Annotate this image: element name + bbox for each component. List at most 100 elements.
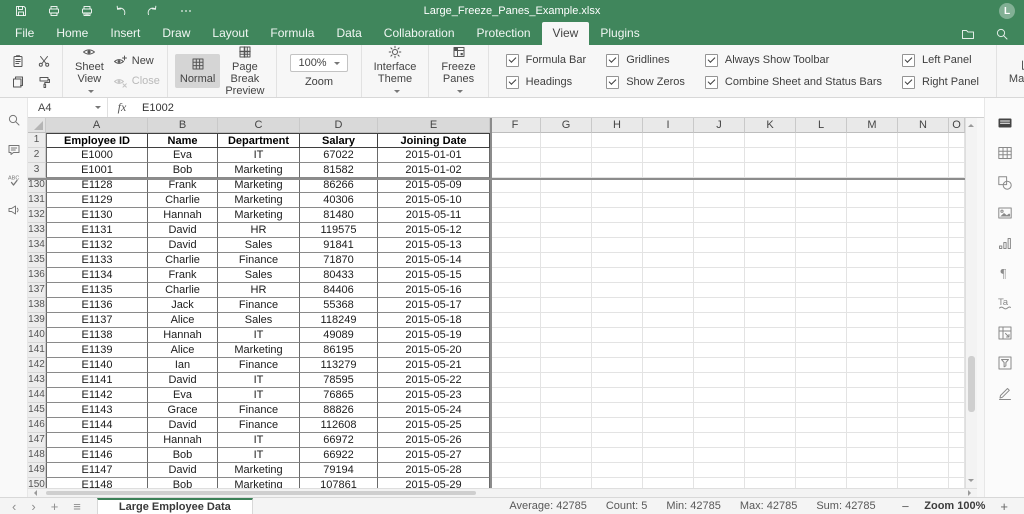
cell-O143[interactable] bbox=[949, 373, 965, 388]
cell-H133[interactable] bbox=[592, 223, 643, 238]
more-icon[interactable] bbox=[178, 3, 194, 19]
cell-C2[interactable]: IT bbox=[218, 148, 300, 163]
cell-O141[interactable] bbox=[949, 343, 965, 358]
cell-G143[interactable] bbox=[541, 373, 592, 388]
cell-M136[interactable] bbox=[847, 268, 898, 283]
cell-M148[interactable] bbox=[847, 448, 898, 463]
cell-A1[interactable]: Employee ID bbox=[46, 133, 148, 148]
cell-I137[interactable] bbox=[643, 283, 694, 298]
checkbox-right-panel[interactable]: Right Panel bbox=[902, 75, 979, 89]
cell-K140[interactable] bbox=[745, 328, 796, 343]
cell-E2[interactable]: 2015-01-01 bbox=[378, 148, 490, 163]
cell-G139[interactable] bbox=[541, 313, 592, 328]
cell-K142[interactable] bbox=[745, 358, 796, 373]
cell-N3[interactable] bbox=[898, 163, 949, 178]
cell-E141[interactable]: 2015-05-20 bbox=[378, 343, 490, 358]
cell-J132[interactable] bbox=[694, 208, 745, 223]
cell-J138[interactable] bbox=[694, 298, 745, 313]
cell-C142[interactable]: Finance bbox=[218, 358, 300, 373]
normal-view-button[interactable]: Normal bbox=[174, 53, 221, 89]
cell-B136[interactable]: Frank bbox=[148, 268, 218, 283]
cell-C143[interactable]: IT bbox=[218, 373, 300, 388]
cell-C133[interactable]: HR bbox=[218, 223, 300, 238]
cell-L139[interactable] bbox=[796, 313, 847, 328]
cell-A134[interactable]: E1132 bbox=[46, 238, 148, 253]
cell-E149[interactable]: 2015-05-28 bbox=[378, 463, 490, 478]
cell-C146[interactable]: Finance bbox=[218, 418, 300, 433]
cell-E136[interactable]: 2015-05-15 bbox=[378, 268, 490, 283]
cell-L140[interactable] bbox=[796, 328, 847, 343]
cell-J145[interactable] bbox=[694, 403, 745, 418]
cell-J144[interactable] bbox=[694, 388, 745, 403]
cell-settings-icon[interactable] bbox=[997, 115, 1013, 131]
cell-N131[interactable] bbox=[898, 193, 949, 208]
sheet-next-icon[interactable]: › bbox=[31, 499, 35, 514]
cell-B2[interactable]: Eva bbox=[148, 148, 218, 163]
cell-F142[interactable] bbox=[490, 358, 541, 373]
cell-K143[interactable] bbox=[745, 373, 796, 388]
cell-M146[interactable] bbox=[847, 418, 898, 433]
shape-settings-icon[interactable] bbox=[997, 175, 1013, 191]
cell-H1[interactable] bbox=[592, 133, 643, 148]
cell-F130[interactable] bbox=[490, 178, 541, 193]
cell-F133[interactable] bbox=[490, 223, 541, 238]
cell-M149[interactable] bbox=[847, 463, 898, 478]
cell-C137[interactable]: HR bbox=[218, 283, 300, 298]
cell-O137[interactable] bbox=[949, 283, 965, 298]
cell-A137[interactable]: E1135 bbox=[46, 283, 148, 298]
cell-M139[interactable] bbox=[847, 313, 898, 328]
cell-D2[interactable]: 67022 bbox=[300, 148, 378, 163]
cell-J150[interactable] bbox=[694, 478, 745, 488]
slicer-settings-icon[interactable] bbox=[997, 355, 1013, 371]
cell-F148[interactable] bbox=[490, 448, 541, 463]
sheet-list-icon[interactable]: ≡ bbox=[73, 499, 81, 514]
cell-G133[interactable] bbox=[541, 223, 592, 238]
cell-D135[interactable]: 71870 bbox=[300, 253, 378, 268]
cell-C147[interactable]: IT bbox=[218, 433, 300, 448]
cell-F141[interactable] bbox=[490, 343, 541, 358]
cell-I2[interactable] bbox=[643, 148, 694, 163]
checkbox-formula-bar[interactable]: Formula Bar bbox=[505, 53, 586, 67]
cell-L143[interactable] bbox=[796, 373, 847, 388]
row-header-142[interactable]: 142 bbox=[28, 358, 46, 373]
cell-B143[interactable]: David bbox=[148, 373, 218, 388]
cell-D1[interactable]: Salary bbox=[300, 133, 378, 148]
cell-K131[interactable] bbox=[745, 193, 796, 208]
cell-A148[interactable]: E1146 bbox=[46, 448, 148, 463]
cell-H131[interactable] bbox=[592, 193, 643, 208]
cell-N133[interactable] bbox=[898, 223, 949, 238]
cell-K132[interactable] bbox=[745, 208, 796, 223]
search-icon[interactable] bbox=[994, 26, 1010, 42]
save-icon[interactable] bbox=[13, 3, 29, 19]
cell-J1[interactable] bbox=[694, 133, 745, 148]
col-header-L[interactable]: L bbox=[796, 118, 847, 133]
horizontal-scrollbar[interactable] bbox=[28, 488, 977, 497]
menu-tab-file[interactable]: File bbox=[4, 22, 45, 45]
cell-O131[interactable] bbox=[949, 193, 965, 208]
checkbox-combine-sheet-and-status-bars[interactable]: Combine Sheet and Status Bars bbox=[704, 75, 882, 89]
cell-M131[interactable] bbox=[847, 193, 898, 208]
row-header-143[interactable]: 143 bbox=[28, 373, 46, 388]
cell-J3[interactable] bbox=[694, 163, 745, 178]
cell-A133[interactable]: E1131 bbox=[46, 223, 148, 238]
cell-I131[interactable] bbox=[643, 193, 694, 208]
cell-J136[interactable] bbox=[694, 268, 745, 283]
cell-D149[interactable]: 79194 bbox=[300, 463, 378, 478]
cell-G135[interactable] bbox=[541, 253, 592, 268]
cell-J139[interactable] bbox=[694, 313, 745, 328]
cell-E137[interactable]: 2015-05-16 bbox=[378, 283, 490, 298]
cell-B139[interactable]: Alice bbox=[148, 313, 218, 328]
cell-D142[interactable]: 113279 bbox=[300, 358, 378, 373]
cell-F132[interactable] bbox=[490, 208, 541, 223]
cell-E133[interactable]: 2015-05-12 bbox=[378, 223, 490, 238]
cell-L138[interactable] bbox=[796, 298, 847, 313]
add-sheet-icon[interactable]: + bbox=[51, 499, 59, 514]
cell-J143[interactable] bbox=[694, 373, 745, 388]
cell-K137[interactable] bbox=[745, 283, 796, 298]
cell-J130[interactable] bbox=[694, 178, 745, 193]
cell-H3[interactable] bbox=[592, 163, 643, 178]
cell-I142[interactable] bbox=[643, 358, 694, 373]
cell-J137[interactable] bbox=[694, 283, 745, 298]
cell-L1[interactable] bbox=[796, 133, 847, 148]
cell-L2[interactable] bbox=[796, 148, 847, 163]
